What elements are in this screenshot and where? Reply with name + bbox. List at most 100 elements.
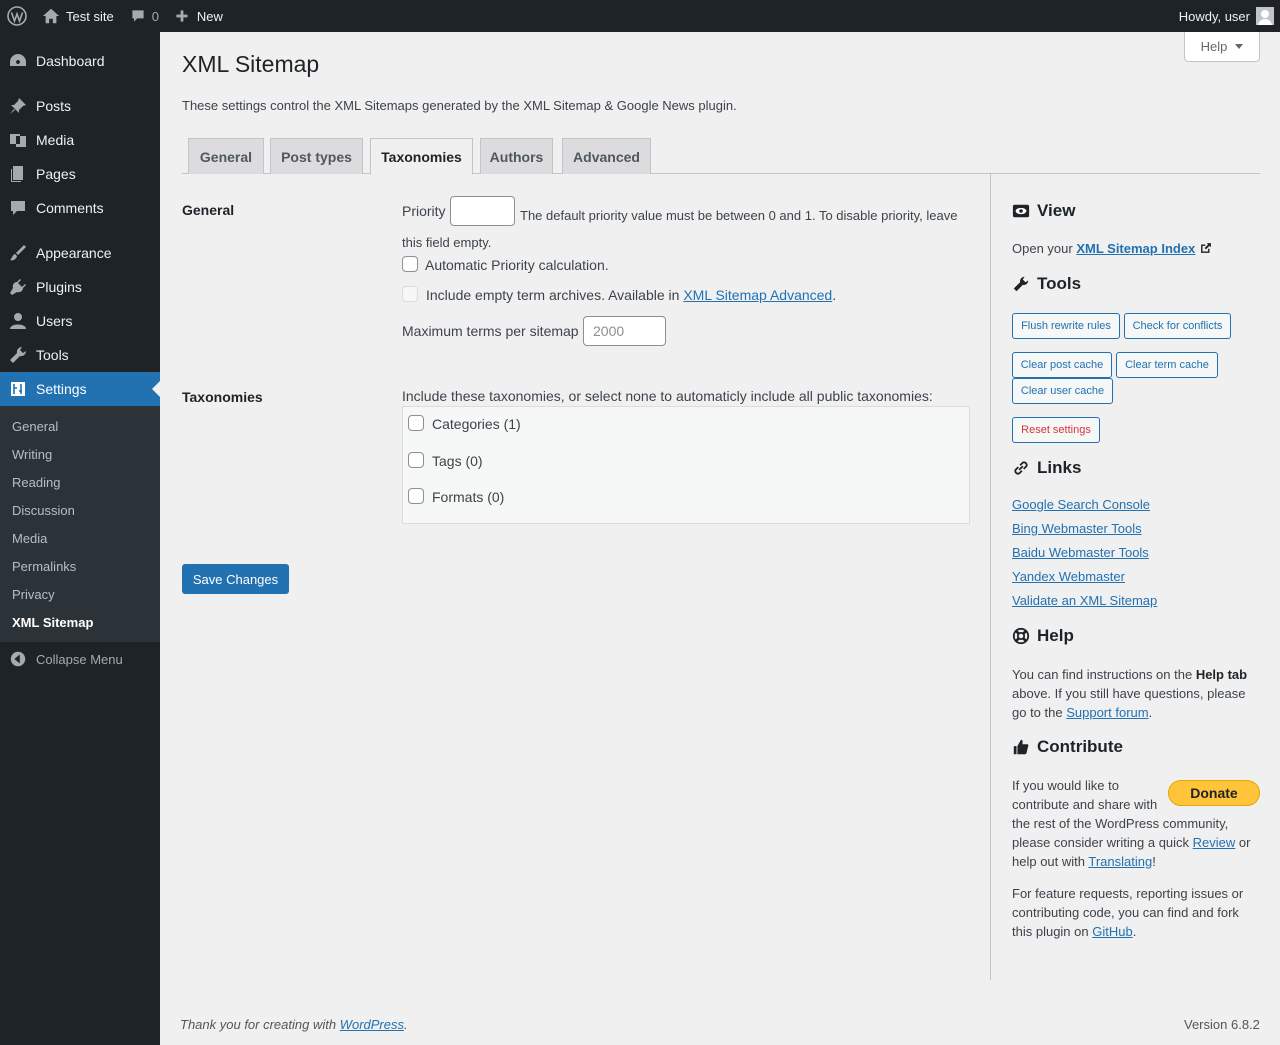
link-icon <box>1014 461 1028 475</box>
submenu-privacy[interactable]: Privacy <box>12 587 55 602</box>
menu-item-pages[interactable]: Pages <box>0 157 160 191</box>
tab-taxonomies[interactable]: Taxonomies <box>370 138 473 175</box>
help-tab-button[interactable]: Help <box>1184 32 1260 62</box>
plug-icon <box>10 279 26 295</box>
feature-line3a: this plugin on <box>1012 924 1093 939</box>
view-text: Open your XML Sitemap Index <box>1012 239 1213 258</box>
auto-priority-label: Automatic Priority calculation. <box>425 257 609 273</box>
comments-count: 0 <box>151 8 159 24</box>
menu-item-appearance[interactable]: Appearance <box>0 236 160 270</box>
home-icon <box>42 8 60 24</box>
flush-rewrite-rules-button[interactable]: Flush rewrite rules <box>1012 313 1120 339</box>
submenu-discussion[interactable]: Discussion <box>12 503 75 518</box>
help-heading-label: Help <box>1037 626 1074 645</box>
taxonomy-checkbox-categories[interactable] <box>408 415 424 431</box>
taxonomy-label-tags: Tags (0) <box>432 453 483 469</box>
site-name-label: Test site <box>66 8 114 24</box>
menu-item-posts[interactable]: Posts <box>0 89 160 123</box>
clear-term-cache-button[interactable]: Clear term cache <box>1116 352 1218 378</box>
collapse-menu-button[interactable]: Collapse Menu <box>0 642 123 676</box>
translating-link[interactable]: Translating <box>1088 854 1152 869</box>
validate-xml-sitemap-link[interactable]: Validate an XML Sitemap <box>1012 593 1157 608</box>
help-heading: Help <box>1012 626 1074 646</box>
wordpress-link[interactable]: WordPress <box>340 1017 404 1032</box>
feature-line1: For feature requests, reporting issues o… <box>1012 886 1244 901</box>
menu-item-media[interactable]: Media <box>0 123 160 157</box>
menu-label: Dashboard <box>36 53 105 69</box>
bing-webmaster-tools-link[interactable]: Bing Webmaster Tools <box>1012 521 1142 536</box>
tab-authors[interactable]: Authors <box>480 138 553 174</box>
baidu-webmaster-tools-link[interactable]: Baidu Webmaster Tools <box>1012 545 1149 560</box>
section-label-taxonomies: Taxonomies <box>182 389 263 405</box>
tab-advanced[interactable]: Advanced <box>562 138 651 174</box>
menu-label: Appearance <box>36 245 112 261</box>
empty-terms-text: Include empty term archives. Available i… <box>426 287 684 303</box>
support-forum-link[interactable]: Support forum <box>1066 705 1148 720</box>
menu-item-dashboard[interactable]: Dashboard <box>0 44 160 78</box>
caret-down-icon <box>1235 44 1244 49</box>
pages-icon <box>11 166 23 182</box>
submenu-permalinks[interactable]: Permalinks <box>12 559 76 574</box>
dashboard-icon <box>10 54 26 66</box>
comments-link[interactable]: 0 <box>122 0 167 32</box>
review-link[interactable]: Review <box>1193 835 1236 850</box>
footer-thanks: Thank you for creating with WordPress. <box>180 1017 408 1032</box>
max-terms-input[interactable]: 2000 <box>583 316 666 346</box>
taxonomy-checkbox-tags[interactable] <box>408 452 424 468</box>
menu-item-tools[interactable]: Tools <box>0 338 160 372</box>
reset-settings-button[interactable]: Reset settings <box>1012 417 1100 443</box>
priority-description-line2: this field empty. <box>402 235 492 250</box>
menu-item-comments[interactable]: Comments <box>0 191 160 225</box>
admin-bar: Test site 0 New Howdy, user <box>0 0 1280 32</box>
view-text-prefix: Open your <box>1012 241 1077 256</box>
nav-tabs: General Post types Taxonomies Authors Ad… <box>182 138 1260 175</box>
lifebuoy-icon <box>1012 627 1030 645</box>
section-label-general: General <box>182 202 235 218</box>
xml-sitemap-advanced-link[interactable]: XML Sitemap Advanced <box>683 287 832 303</box>
menu-item-users[interactable]: Users <box>0 304 160 338</box>
new-content-link[interactable]: New <box>167 0 231 32</box>
site-name-link[interactable]: Test site <box>34 0 122 32</box>
submenu-media[interactable]: Media <box>12 531 47 546</box>
contribute-line3: the rest of the WordPress community, <box>1012 816 1229 831</box>
save-changes-button[interactable]: Save Changes <box>182 564 289 594</box>
check-conflicts-button[interactable]: Check for conflicts <box>1124 313 1231 339</box>
howdy-label: Howdy, user <box>1178 8 1250 24</box>
menu-label: Media <box>36 132 75 148</box>
help-text-line3a: go to the <box>1012 705 1067 720</box>
submenu-general[interactable]: General <box>12 419 58 434</box>
contribute-line5-end: ! <box>1152 854 1156 869</box>
priority-label: Priority <box>402 203 446 219</box>
tab-post-types[interactable]: Post types <box>270 138 363 174</box>
submenu-writing[interactable]: Writing <box>12 447 52 462</box>
github-link[interactable]: GitHub <box>1092 924 1132 939</box>
yandex-webmaster-link[interactable]: Yandex Webmaster <box>1012 569 1125 584</box>
clear-user-cache-button[interactable]: Clear user cache <box>1012 378 1113 404</box>
help-text-line1a: You can find instructions on the <box>1012 667 1196 682</box>
comment-icon <box>11 201 25 215</box>
tab-general[interactable]: General <box>188 138 264 174</box>
auto-priority-checkbox[interactable] <box>402 256 418 272</box>
settings-icon <box>11 382 25 396</box>
settings-submenu: General Writing Reading Discussion Media… <box>0 406 160 642</box>
max-terms-label: Maximum terms per sitemap <box>402 323 579 339</box>
submenu-xml-sitemap[interactable]: XML Sitemap <box>12 615 93 630</box>
xml-sitemap-index-link[interactable]: XML Sitemap Index <box>1076 241 1195 256</box>
footer-thanks-end: . <box>404 1017 408 1032</box>
menu-item-plugins[interactable]: Plugins <box>0 270 160 304</box>
menu-item-settings[interactable]: Settings <box>0 372 160 406</box>
empty-terms-period: . <box>832 287 837 303</box>
page-intro: These settings control the XML Sitemaps … <box>182 98 737 113</box>
taxonomy-checkbox-formats[interactable] <box>408 488 424 504</box>
clear-post-cache-button[interactable]: Clear post cache <box>1012 352 1112 378</box>
wordpress-logo-icon[interactable] <box>0 0 34 32</box>
eye-icon <box>1012 204 1030 218</box>
google-search-console-link[interactable]: Google Search Console <box>1012 497 1150 512</box>
menu-label: Settings <box>36 381 87 397</box>
priority-input[interactable] <box>450 196 515 226</box>
wrench-icon <box>1013 276 1029 292</box>
collapse-label: Collapse Menu <box>36 651 123 667</box>
submenu-reading[interactable]: Reading <box>12 475 60 490</box>
my-account-link[interactable]: Howdy, user <box>1171 0 1280 32</box>
admin-sidebar: Dashboard Posts Media Pages Comments App… <box>0 32 160 1045</box>
